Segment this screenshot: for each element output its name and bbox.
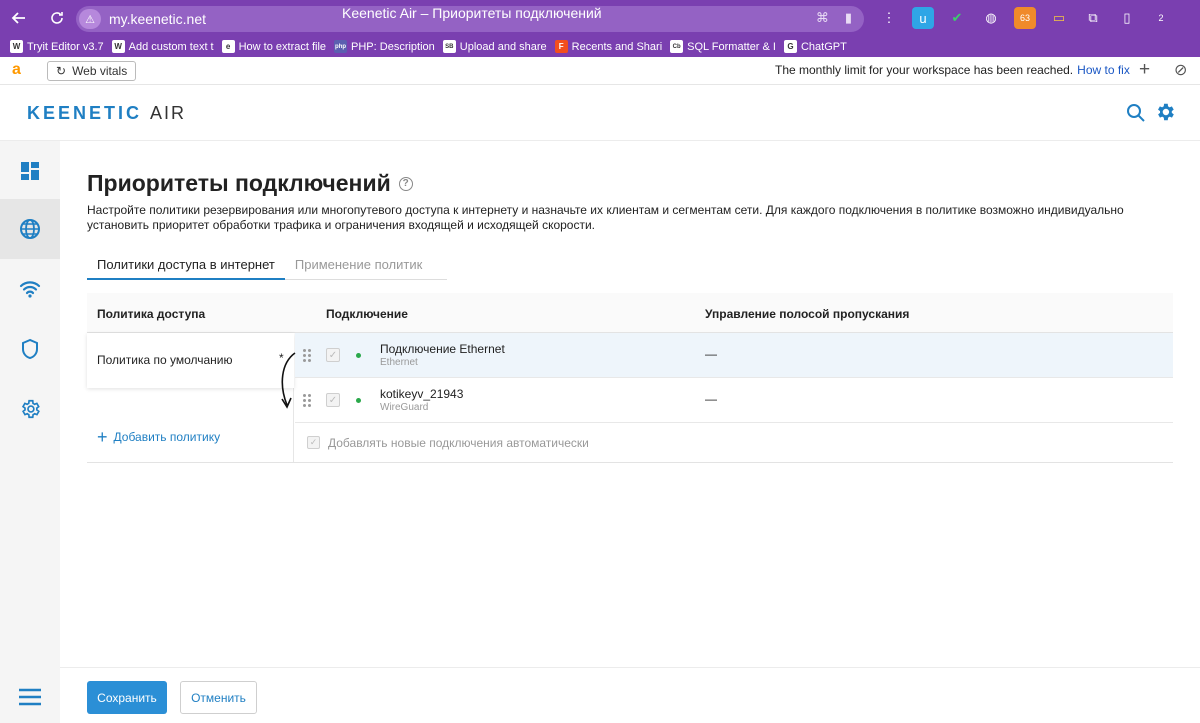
plus-icon: + — [97, 427, 108, 447]
page-title: Приоритеты подключений ? — [87, 170, 413, 197]
table-header: Политика доступа Подключение Управление … — [87, 293, 1173, 333]
downloads-icon[interactable]: 2 — [1150, 7, 1172, 29]
search-icon[interactable] — [1125, 102, 1147, 124]
main-content: Приоритеты подключений ? Настройте полит… — [60, 141, 1200, 723]
save-button[interactable]: Сохранить — [87, 681, 167, 714]
auto-add-row: ✓ Добавлять новые подключения автоматиче… — [295, 423, 1173, 463]
connection-checkbox[interactable]: ✓ — [326, 348, 340, 362]
bookmark-item[interactable]: G ChatGPT — [783, 40, 847, 53]
nav-settings[interactable] — [0, 379, 60, 439]
dashboard-icon — [21, 162, 39, 180]
browser-tab-title: Keenetic Air – Приоритеты подключений — [342, 5, 602, 21]
bookmark-icon: W — [10, 40, 23, 53]
nav-wifi[interactable] — [0, 259, 60, 319]
nav-security[interactable] — [0, 319, 60, 379]
tabs: Политики доступа в интернет Применение п… — [87, 254, 447, 280]
connection-row[interactable]: ✓ kotikeyv_21943 WireGuard — — [295, 378, 1173, 423]
connection-type: Ethernet — [380, 357, 418, 368]
connection-row[interactable]: ✓ Подключение Ethernet Ethernet — — [295, 333, 1173, 378]
extension-1-icon[interactable]: u — [912, 7, 934, 29]
battery-icon[interactable]: ▭ — [1048, 7, 1070, 29]
how-to-fix-link[interactable]: How to fix — [1077, 63, 1130, 77]
bookmark-item[interactable]: W Add custom text t — [111, 40, 214, 53]
more-icon[interactable]: ⋮ — [878, 7, 900, 29]
globe-ext-icon[interactable]: ◍ — [980, 7, 1002, 29]
bookmark-icon: SB — [442, 40, 456, 53]
keenetic-logo[interactable]: KEENETIC AIR — [27, 103, 186, 124]
url-text: my.keenetic.net — [109, 11, 207, 27]
shield-icon — [22, 338, 38, 360]
back-icon[interactable] — [8, 7, 30, 29]
status-dot — [356, 398, 361, 403]
column-connection: Подключение — [326, 307, 408, 321]
block-icon[interactable]: ⊘ — [1174, 60, 1187, 80]
reload-icon[interactable] — [46, 7, 68, 29]
bookmark-icon: e — [221, 40, 235, 53]
tab-access-policies[interactable]: Политики доступа в интернет — [87, 254, 285, 280]
auto-add-checkbox[interactable]: ✓ — [307, 436, 320, 449]
bookmark-icon: F — [554, 40, 568, 53]
bookmark-item[interactable]: F Recents and Shari — [554, 40, 662, 53]
shield-check-icon[interactable]: ✔ — [946, 7, 968, 29]
settings-icon — [21, 399, 40, 419]
bookmark-icon: W — [111, 40, 125, 53]
policy-column: Политика по умолчанию * + Добавить полит… — [87, 333, 294, 463]
connection-checkbox[interactable]: ✓ — [326, 393, 340, 407]
page-description: Настройте политики резервирования или мн… — [87, 203, 1124, 232]
connection-type: WireGuard — [380, 402, 429, 413]
status-dot — [356, 353, 361, 358]
hamburger-menu-icon[interactable] — [18, 687, 42, 707]
extensions-area: ⋮ u ✔ ◍ 63 ▭ ⧉ ▯ 2 — [878, 7, 1172, 29]
bookmark-item[interactable]: SB Upload and share — [442, 40, 547, 53]
connection-name: Подключение Ethernet — [380, 342, 505, 356]
add-policy-button[interactable]: + Добавить политику — [97, 427, 220, 447]
calendar-ext-icon[interactable]: 63 — [1014, 7, 1036, 29]
app-header: KEENETIC AIR — [0, 85, 1200, 141]
help-icon[interactable]: ? — [398, 176, 413, 191]
extension-notice-bar: a ↻ Web vitals The monthly limit for you… — [0, 57, 1200, 85]
curved-arrow-annotation — [281, 352, 296, 409]
footer-bar: Сохранить Отменить — [60, 667, 1200, 723]
amazon-icon[interactable]: a — [12, 61, 21, 79]
connection-name: kotikeyv_21943 — [380, 387, 464, 401]
policy-default[interactable]: Политика по умолчанию — [87, 333, 294, 388]
cancel-button[interactable]: Отменить — [180, 681, 257, 714]
nav-internet[interactable] — [0, 199, 60, 259]
bookmark-icon[interactable]: ▮ — [845, 10, 852, 26]
browser-titlebar: ⚠ my.keenetic.net ⌘ ▮ Keenetic Air – При… — [0, 0, 1200, 36]
bandwidth-value: — — [705, 347, 717, 361]
left-nav-rail — [0, 141, 60, 723]
plus-icon[interactable]: + — [1139, 59, 1150, 81]
bandwidth-value: — — [705, 392, 717, 406]
translate-icon[interactable]: ⌘ — [816, 10, 829, 26]
tab-policy-application[interactable]: Применение политик — [285, 254, 432, 280]
bookmark-item[interactable]: php PHP: Description — [334, 40, 435, 53]
drag-handle-icon[interactable] — [303, 349, 311, 363]
drag-handle-icon[interactable] — [303, 394, 311, 408]
bookmark-item[interactable]: Cb SQL Formatter & I — [670, 40, 776, 53]
omnibox-icons: ⌘ ▮ — [816, 10, 852, 26]
column-bandwidth: Управление полосой пропускания — [705, 307, 910, 321]
bookmark-icon: G — [783, 40, 797, 53]
bookmark-item[interactable]: e How to extract file — [221, 40, 326, 53]
auto-add-label: Добавлять новые подключения автоматическ… — [328, 436, 589, 450]
column-policy: Политика доступа — [97, 307, 206, 321]
reload-small-icon: ↻ — [56, 64, 67, 78]
wifi-icon — [19, 281, 41, 298]
notice-message: The monthly limit for your workspace has… — [775, 63, 1130, 77]
bookmark-item[interactable]: W Tryit Editor v3.7 — [10, 40, 104, 53]
not-secure-icon[interactable]: ⚠ — [79, 9, 101, 29]
bookmark-icon: Cb — [670, 40, 684, 53]
puzzle-icon[interactable]: ⧉ — [1082, 7, 1104, 29]
divider — [87, 462, 295, 463]
nav-dashboard[interactable] — [0, 141, 60, 201]
bookmarks-bar: W Tryit Editor v3.7 W Add custom text t eH… — [0, 36, 1200, 57]
profile-icon[interactable]: ▯ — [1116, 7, 1138, 29]
bookmark-icon: php — [334, 40, 348, 53]
web-vitals-button[interactable]: ↻ Web vitals — [47, 61, 137, 81]
gear-icon[interactable] — [1154, 101, 1176, 123]
globe-icon — [20, 219, 40, 239]
